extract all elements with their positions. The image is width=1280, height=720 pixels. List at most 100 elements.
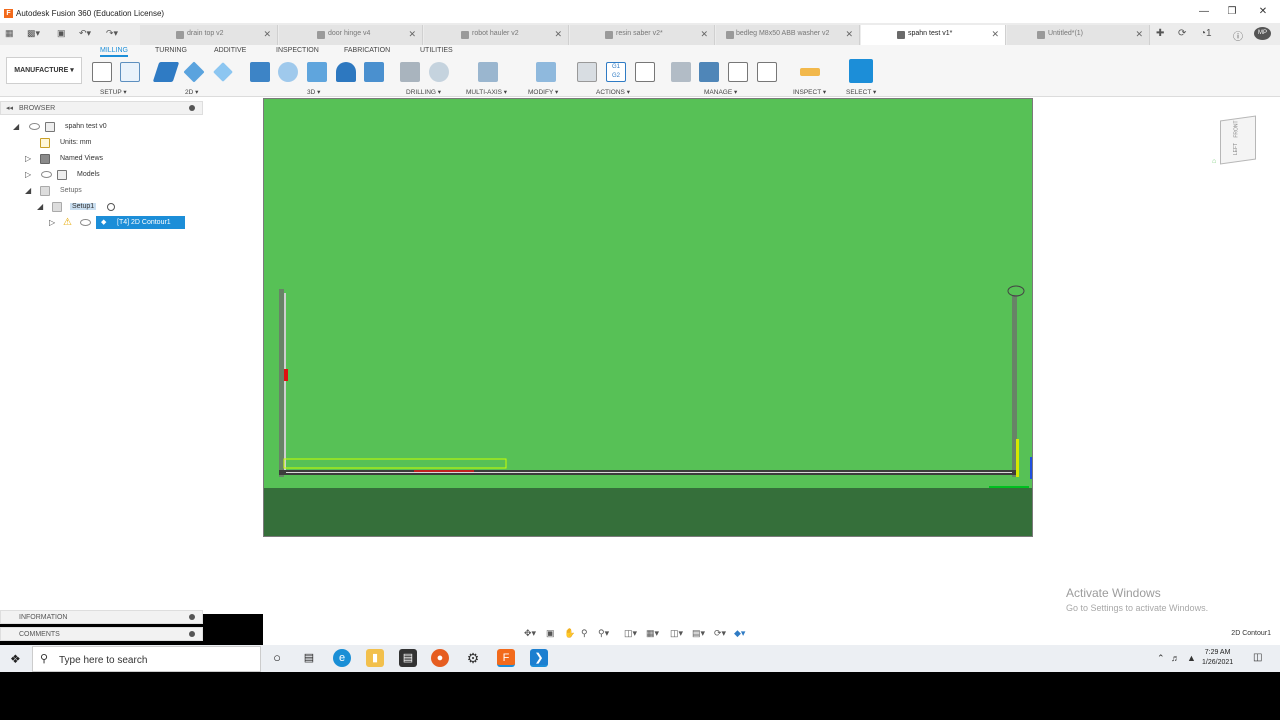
post-library-icon[interactable] [728, 62, 748, 82]
extensions-icon[interactable]: ⟳ [1178, 28, 1186, 39]
group-setup[interactable]: SETUP ▾ [100, 88, 127, 96]
tree-named-views[interactable]: ▷ Named Views [0, 152, 203, 166]
group-3d[interactable]: 3D ▾ [307, 88, 320, 96]
system-clock[interactable]: 7:29 AM 1/26/2021 [1202, 648, 1233, 668]
collapse-triangle-icon[interactable]: ◢ [25, 186, 31, 195]
close-tab-icon[interactable]: ✕ [1135, 29, 1143, 40]
close-tab-icon[interactable]: ✕ [700, 29, 708, 40]
network-icon[interactable]: ▲ [1187, 653, 1196, 663]
close-tab-icon[interactable]: ✕ [845, 29, 853, 40]
pin-icon[interactable] [189, 105, 195, 111]
visibility-eye-icon[interactable] [80, 219, 91, 226]
file-menu-icon[interactable]: ▩▾ [27, 28, 40, 39]
refresh-icon[interactable]: ⟳▾ [714, 628, 726, 639]
tree-root[interactable]: ◢ spahn test v0 [0, 120, 203, 134]
job-status-icon[interactable]: ◔1 [1200, 28, 1212, 39]
close-tab-icon[interactable]: ✕ [554, 29, 562, 40]
stock-display-icon[interactable]: ◆▾ [734, 628, 745, 639]
expand-triangle-icon[interactable]: ▷ [25, 154, 31, 163]
action-center-icon[interactable]: ◫ [1253, 652, 1262, 663]
new-setup-icon[interactable] [92, 62, 112, 82]
tree-setups[interactable]: ◢ Setups [0, 184, 203, 198]
cortana-icon[interactable]: ○ [268, 649, 286, 667]
simulation-display-icon[interactable]: ▤▾ [692, 628, 705, 639]
look-at-icon[interactable]: ▣ [546, 628, 555, 639]
group-actions[interactable]: ACTIONS ▾ [596, 88, 630, 96]
windows-start-icon[interactable]: ❖ [10, 652, 21, 666]
firefox-icon[interactable]: ● [431, 649, 449, 667]
tab-resin-saber[interactable]: resin saber v2* ✕ [570, 25, 715, 45]
app-grid-icon[interactable]: ▦ [5, 28, 14, 39]
3d-pocket-icon[interactable] [278, 62, 298, 82]
orbit-icon[interactable]: ✥▾ [524, 628, 536, 639]
undo-icon[interactable]: ↶▾ [79, 28, 91, 39]
operation-2d-contour[interactable]: ◆ [T4] 2D Contour1 [96, 216, 185, 229]
tab-milling[interactable]: MILLING [100, 47, 129, 57]
save-icon[interactable]: ▣ [57, 28, 66, 39]
view-cube-home-icon[interactable]: ⌂ [1212, 158, 1216, 165]
2d-adaptive-icon[interactable] [152, 62, 180, 82]
expand-triangle-icon[interactable]: ▷ [25, 170, 31, 179]
tab-inspection[interactable]: INSPECTION [276, 47, 319, 54]
comments-panel-header[interactable]: COMMENTS [0, 627, 203, 641]
help-icon[interactable]: ⓘ [1233, 28, 1243, 43]
fusion-taskbar-icon[interactable]: F [497, 649, 515, 667]
minimize-button[interactable]: — [1193, 6, 1215, 17]
settings-gear-icon[interactable]: ⚙ [464, 649, 482, 667]
swarf-icon[interactable] [478, 62, 498, 82]
display-settings-icon[interactable]: ◫▾ [624, 628, 637, 639]
tab-fabrication[interactable]: FABRICATION [344, 47, 390, 54]
group-multi-axis[interactable]: MULTI-AXIS ▾ [466, 88, 507, 96]
volume-icon[interactable]: ♬ [1171, 653, 1180, 663]
face-icon[interactable] [213, 62, 233, 82]
collapse-triangle-icon[interactable]: ◢ [37, 202, 43, 211]
store-icon[interactable]: ▤ [399, 649, 417, 667]
group-drilling[interactable]: DRILLING ▾ [406, 88, 441, 96]
tab-robot-hauler[interactable]: robot hauler v2 ✕ [424, 25, 569, 45]
tree-models[interactable]: ▷ Models [0, 168, 203, 182]
task-view-icon[interactable]: ▤ [300, 649, 318, 667]
select-window-icon[interactable] [849, 59, 873, 83]
collapse-triangle-icon[interactable]: ◢ [13, 122, 19, 131]
close-tab-icon[interactable]: ✕ [408, 29, 416, 40]
tab-untitled[interactable]: Untitled*(1) ✕ [1007, 25, 1150, 45]
group-2d[interactable]: 2D ▾ [185, 88, 198, 96]
grid-snaps-icon[interactable]: ▦▾ [646, 628, 659, 639]
expand-triangle-icon[interactable]: ▷ [49, 218, 55, 227]
visibility-eye-icon[interactable] [41, 171, 52, 178]
simulate-icon[interactable] [577, 62, 597, 82]
stock-model-view[interactable] [263, 98, 1033, 537]
thread-icon[interactable] [429, 62, 449, 82]
new-tab-icon[interactable]: ✚ [1156, 28, 1164, 39]
2d-pocket-icon[interactable] [183, 61, 205, 83]
fit-icon[interactable]: ⚲▾ [598, 628, 609, 639]
tab-door-hinge[interactable]: door hinge v4 ✕ [279, 25, 423, 45]
close-window-button[interactable]: ✕ [1252, 6, 1274, 17]
drill-icon[interactable] [400, 62, 420, 82]
user-avatar[interactable]: MP [1254, 27, 1271, 40]
show-hidden-icons-icon[interactable]: ⌃ [1157, 653, 1165, 664]
tab-additive[interactable]: ADDITIVE [214, 47, 246, 54]
pin-icon[interactable] [189, 614, 195, 620]
redo-icon[interactable]: ↷▾ [106, 28, 118, 39]
template-library-icon[interactable] [699, 62, 719, 82]
file-explorer-icon[interactable]: ▮ [366, 649, 384, 667]
pin-icon[interactable] [189, 631, 195, 637]
visibility-eye-icon[interactable] [29, 123, 40, 130]
tree-setup1[interactable]: ◢ Setup1 [0, 200, 203, 214]
nc-program-icon[interactable] [120, 62, 140, 82]
view-cube[interactable]: FRONT LEFT ⌂ [1212, 115, 1258, 165]
setup-sheet-icon[interactable] [635, 62, 655, 82]
tab-drain-top[interactable]: drain top v2 ✕ [140, 25, 278, 45]
group-modify[interactable]: MODIFY ▾ [528, 88, 558, 96]
tab-bedleg[interactable]: bedleg M8x50 ABB washer v2 ✕ [716, 25, 860, 45]
browser-header[interactable]: ◂◂ BROWSER [0, 101, 203, 115]
close-tab-icon[interactable]: ✕ [263, 29, 271, 40]
group-manage[interactable]: MANAGE ▾ [704, 88, 737, 96]
tab-utilities[interactable]: UTILITIES [420, 47, 453, 54]
modify-toolpath-icon[interactable] [536, 62, 556, 82]
tab-turning[interactable]: TURNING [155, 47, 187, 54]
information-panel-header[interactable]: INFORMATION [0, 610, 203, 624]
taskbar-search[interactable]: ⚲ Type here to search [32, 646, 261, 672]
group-inspect[interactable]: INSPECT ▾ [793, 88, 826, 96]
